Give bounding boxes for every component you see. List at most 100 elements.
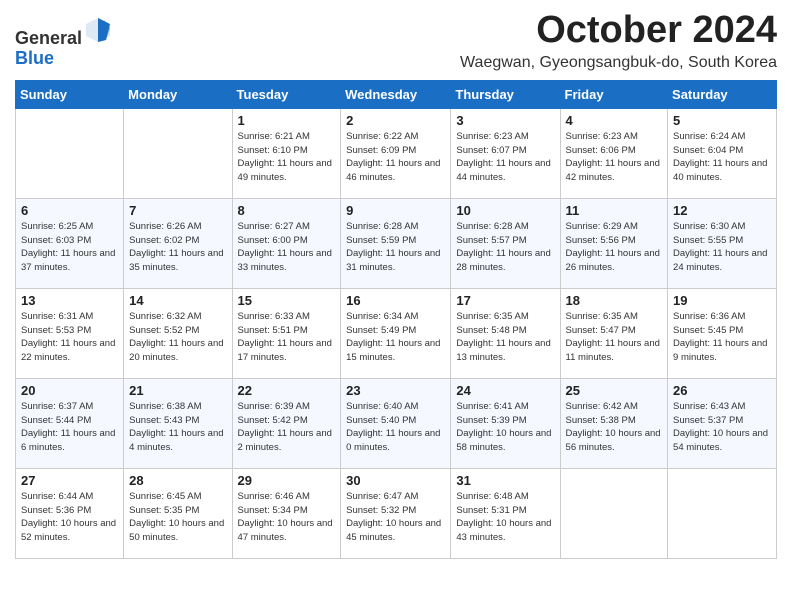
calendar-cell: 16 Sunrise: 6:34 AM Sunset: 5:49 PM Dayli… bbox=[341, 288, 451, 378]
calendar-cell: 29Sunrise: 6:46 AM Sunset: 5:34 PM Dayli… bbox=[232, 468, 341, 558]
day-header-tuesday: Tuesday bbox=[232, 80, 341, 108]
calendar-cell: 21 Sunrise: 6:38 AM Sunset: 5:43 PM Dayli… bbox=[124, 378, 232, 468]
calendar-cell: 11Sunrise: 6:29 AM Sunset: 5:56 PM Dayli… bbox=[560, 198, 668, 288]
month-title: October 2024 bbox=[460, 10, 777, 52]
logo-blue: Blue bbox=[15, 48, 54, 68]
day-info: Sunrise: 6:23 AM Sunset: 6:07 PM Dayligh… bbox=[456, 130, 554, 185]
calendar-cell: 17Sunrise: 6:35 AM Sunset: 5:48 PM Dayli… bbox=[451, 288, 560, 378]
calendar-cell: 25 Sunrise: 6:42 AM Sunset: 5:38 PM Dayli… bbox=[560, 378, 668, 468]
day-number: 23 bbox=[346, 383, 445, 398]
day-number: 15 bbox=[238, 293, 336, 308]
calendar-cell: 22Sunrise: 6:39 AM Sunset: 5:42 PM Dayli… bbox=[232, 378, 341, 468]
day-info: Sunrise: 6:32 AM Sunset: 5:52 PM Dayligh… bbox=[129, 310, 226, 365]
calendar-cell: 5 Sunrise: 6:24 AM Sunset: 6:04 PM Daylig… bbox=[668, 108, 777, 198]
day-info: Sunrise: 6:46 AM Sunset: 5:34 PM Dayligh… bbox=[238, 490, 336, 545]
logo-icon bbox=[84, 16, 112, 44]
calendar: SundayMondayTuesdayWednesdayThursdayFrid… bbox=[15, 80, 777, 559]
header: General Blue October 2024 Waegwan, Gyeon… bbox=[15, 10, 777, 72]
calendar-cell: 18Sunrise: 6:35 AM Sunset: 5:47 PM Dayli… bbox=[560, 288, 668, 378]
day-number: 4 bbox=[566, 113, 663, 128]
calendar-cell: 6Sunrise: 6:25 AM Sunset: 6:03 PM Daylig… bbox=[16, 198, 124, 288]
day-info: Sunrise: 6:35 AM Sunset: 5:47 PM Dayligh… bbox=[566, 310, 663, 365]
calendar-cell: 13 Sunrise: 6:31 AM Sunset: 5:53 PM Dayli… bbox=[16, 288, 124, 378]
day-info: Sunrise: 6:37 AM Sunset: 5:44 PM Dayligh… bbox=[21, 400, 118, 455]
calendar-week-3: 13 Sunrise: 6:31 AM Sunset: 5:53 PM Dayli… bbox=[16, 288, 777, 378]
calendar-cell: 2 Sunrise: 6:22 AM Sunset: 6:09 PM Daylig… bbox=[341, 108, 451, 198]
calendar-cell: 4 Sunrise: 6:23 AM Sunset: 6:06 PM Daylig… bbox=[560, 108, 668, 198]
day-info: Sunrise: 6:30 AM Sunset: 5:55 PM Dayligh… bbox=[673, 220, 771, 275]
logo-general: General bbox=[15, 28, 82, 48]
day-info: Sunrise: 6:47 AM Sunset: 5:32 PM Dayligh… bbox=[346, 490, 445, 545]
day-info: Sunrise: 6:40 AM Sunset: 5:40 PM Dayligh… bbox=[346, 400, 445, 455]
day-number: 24 bbox=[456, 383, 554, 398]
logo-text: General bbox=[15, 16, 112, 49]
calendar-header-row: SundayMondayTuesdayWednesdayThursdayFrid… bbox=[16, 80, 777, 108]
calendar-cell bbox=[124, 108, 232, 198]
day-number: 21 bbox=[129, 383, 226, 398]
day-number: 13 bbox=[21, 293, 118, 308]
calendar-cell: 23 Sunrise: 6:40 AM Sunset: 5:40 PM Dayli… bbox=[341, 378, 451, 468]
day-number: 9 bbox=[346, 203, 445, 218]
day-number: 11 bbox=[566, 203, 663, 218]
day-info: Sunrise: 6:24 AM Sunset: 6:04 PM Dayligh… bbox=[673, 130, 771, 185]
day-info: Sunrise: 6:27 AM Sunset: 6:00 PM Dayligh… bbox=[238, 220, 336, 275]
day-number: 30 bbox=[346, 473, 445, 488]
calendar-week-4: 20 Sunrise: 6:37 AM Sunset: 5:44 PM Dayli… bbox=[16, 378, 777, 468]
day-header-thursday: Thursday bbox=[451, 80, 560, 108]
day-info: Sunrise: 6:28 AM Sunset: 5:59 PM Dayligh… bbox=[346, 220, 445, 275]
day-number: 27 bbox=[21, 473, 118, 488]
day-info: Sunrise: 6:22 AM Sunset: 6:09 PM Dayligh… bbox=[346, 130, 445, 185]
calendar-cell: 28 Sunrise: 6:45 AM Sunset: 5:35 PM Dayli… bbox=[124, 468, 232, 558]
calendar-cell: 14 Sunrise: 6:32 AM Sunset: 5:52 PM Dayli… bbox=[124, 288, 232, 378]
day-number: 28 bbox=[129, 473, 226, 488]
day-info: Sunrise: 6:34 AM Sunset: 5:49 PM Dayligh… bbox=[346, 310, 445, 365]
day-info: Sunrise: 6:36 AM Sunset: 5:45 PM Dayligh… bbox=[673, 310, 771, 365]
calendar-cell: 15Sunrise: 6:33 AM Sunset: 5:51 PM Dayli… bbox=[232, 288, 341, 378]
calendar-cell: 26 Sunrise: 6:43 AM Sunset: 5:37 PM Dayli… bbox=[668, 378, 777, 468]
calendar-cell: 20 Sunrise: 6:37 AM Sunset: 5:44 PM Dayli… bbox=[16, 378, 124, 468]
day-info: Sunrise: 6:41 AM Sunset: 5:39 PM Dayligh… bbox=[456, 400, 554, 455]
day-info: Sunrise: 6:45 AM Sunset: 5:35 PM Dayligh… bbox=[129, 490, 226, 545]
calendar-cell bbox=[560, 468, 668, 558]
day-info: Sunrise: 6:42 AM Sunset: 5:38 PM Dayligh… bbox=[566, 400, 663, 455]
calendar-cell: 1 Sunrise: 6:21 AM Sunset: 6:10 PM Daylig… bbox=[232, 108, 341, 198]
day-info: Sunrise: 6:38 AM Sunset: 5:43 PM Dayligh… bbox=[129, 400, 226, 455]
day-number: 5 bbox=[673, 113, 771, 128]
day-number: 3 bbox=[456, 113, 554, 128]
calendar-week-2: 6Sunrise: 6:25 AM Sunset: 6:03 PM Daylig… bbox=[16, 198, 777, 288]
day-info: Sunrise: 6:26 AM Sunset: 6:02 PM Dayligh… bbox=[129, 220, 226, 275]
day-info: Sunrise: 6:44 AM Sunset: 5:36 PM Dayligh… bbox=[21, 490, 118, 545]
day-number: 7 bbox=[129, 203, 226, 218]
day-header-wednesday: Wednesday bbox=[341, 80, 451, 108]
calendar-cell: 7 Sunrise: 6:26 AM Sunset: 6:02 PM Daylig… bbox=[124, 198, 232, 288]
calendar-week-1: 1 Sunrise: 6:21 AM Sunset: 6:10 PM Daylig… bbox=[16, 108, 777, 198]
calendar-cell bbox=[16, 108, 124, 198]
calendar-cell: 9 Sunrise: 6:28 AM Sunset: 5:59 PM Daylig… bbox=[341, 198, 451, 288]
day-info: Sunrise: 6:21 AM Sunset: 6:10 PM Dayligh… bbox=[238, 130, 336, 185]
title-section: October 2024 Waegwan, Gyeongsangbuk-do, … bbox=[460, 10, 777, 72]
calendar-cell: 27 Sunrise: 6:44 AM Sunset: 5:36 PM Dayli… bbox=[16, 468, 124, 558]
calendar-cell: 8Sunrise: 6:27 AM Sunset: 6:00 PM Daylig… bbox=[232, 198, 341, 288]
day-number: 19 bbox=[673, 293, 771, 308]
day-header-friday: Friday bbox=[560, 80, 668, 108]
day-number: 22 bbox=[238, 383, 336, 398]
day-number: 26 bbox=[673, 383, 771, 398]
day-info: Sunrise: 6:43 AM Sunset: 5:37 PM Dayligh… bbox=[673, 400, 771, 455]
day-info: Sunrise: 6:31 AM Sunset: 5:53 PM Dayligh… bbox=[21, 310, 118, 365]
day-number: 1 bbox=[238, 113, 336, 128]
day-header-monday: Monday bbox=[124, 80, 232, 108]
day-number: 14 bbox=[129, 293, 226, 308]
location-title: Waegwan, Gyeongsangbuk-do, South Korea bbox=[460, 54, 777, 72]
day-info: Sunrise: 6:23 AM Sunset: 6:06 PM Dayligh… bbox=[566, 130, 663, 185]
day-number: 16 bbox=[346, 293, 445, 308]
day-number: 20 bbox=[21, 383, 118, 398]
day-info: Sunrise: 6:28 AM Sunset: 5:57 PM Dayligh… bbox=[456, 220, 554, 275]
page: General Blue October 2024 Waegwan, Gyeon… bbox=[0, 0, 792, 612]
day-number: 6 bbox=[21, 203, 118, 218]
day-number: 25 bbox=[566, 383, 663, 398]
day-info: Sunrise: 6:48 AM Sunset: 5:31 PM Dayligh… bbox=[456, 490, 554, 545]
calendar-cell: 3 Sunrise: 6:23 AM Sunset: 6:07 PM Daylig… bbox=[451, 108, 560, 198]
day-number: 2 bbox=[346, 113, 445, 128]
day-number: 12 bbox=[673, 203, 771, 218]
day-number: 31 bbox=[456, 473, 554, 488]
